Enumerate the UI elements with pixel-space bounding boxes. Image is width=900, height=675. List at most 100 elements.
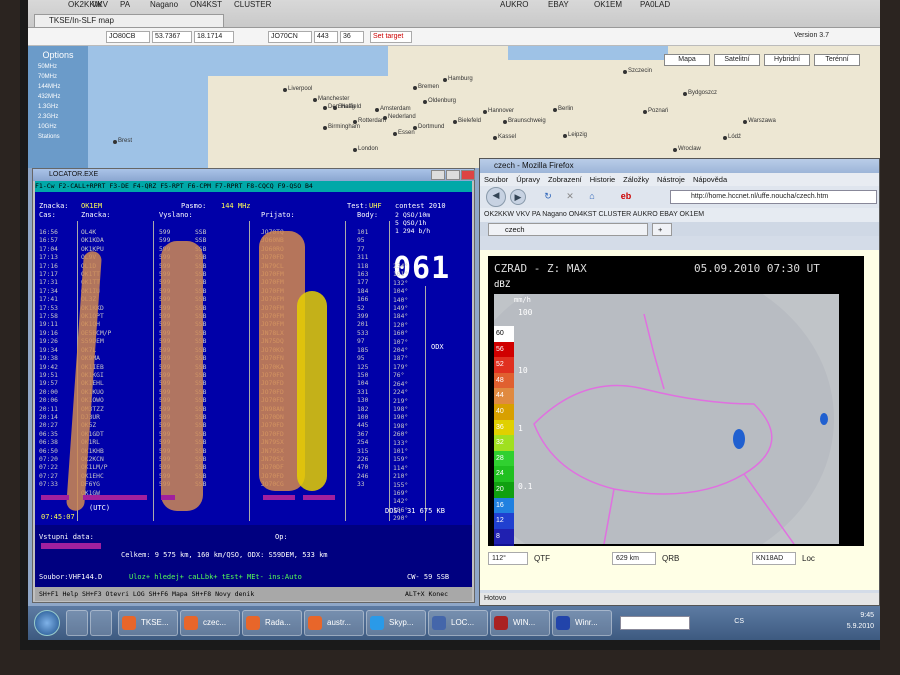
menu-item[interactable]: Nástroje xyxy=(657,175,685,184)
band-option[interactable]: 144MHz xyxy=(28,84,88,90)
band-option[interactable]: 1.3GHz xyxy=(28,104,88,110)
band-option[interactable]: Stations xyxy=(28,134,88,140)
taskbar-button[interactable]: LOC... xyxy=(428,610,488,636)
czech-tab[interactable]: czech xyxy=(488,223,648,236)
taskbar-button[interactable]: Rada... xyxy=(242,610,302,636)
map-canvas[interactable]: Liverpool Manchester Sheffield Birmingham Lo… xyxy=(88,46,880,168)
map-type-button[interactable]: Mapa xyxy=(664,54,710,66)
top-bookmark[interactable]: OK1EM xyxy=(594,0,622,9)
band-value: 144 MHz xyxy=(221,202,251,210)
log-cell: 133° xyxy=(393,439,409,447)
menu-item[interactable]: Historie xyxy=(590,175,615,184)
address-bar[interactable]: http://home.hccnet.nl/uffe.noucha/czech.… xyxy=(670,190,877,204)
windows-start-icon[interactable] xyxy=(34,610,60,636)
stop-icon[interactable]: ✕ xyxy=(562,189,578,205)
top-bookmark[interactable]: Nagano xyxy=(150,0,178,9)
log-cell: 06:50 xyxy=(39,447,58,455)
log-cell: 533 xyxy=(357,329,369,337)
taskbar-button[interactable]: TKSE... xyxy=(118,610,178,636)
maximize-button[interactable] xyxy=(446,170,460,180)
top-bookmark[interactable]: AUKRO xyxy=(500,0,528,9)
dbz-swatch: 60 xyxy=(494,326,514,342)
new-tab-button[interactable]: + xyxy=(652,223,672,236)
language-indicator[interactable]: CS xyxy=(734,616,744,627)
my-locator-field[interactable]: JO80CB xyxy=(106,31,150,43)
media-player-icon[interactable] xyxy=(90,610,112,636)
log-cell: 184° xyxy=(393,313,409,321)
taskbar-button[interactable]: Skyp... xyxy=(366,610,426,636)
taskbar-button-label: TKSE... xyxy=(141,618,169,627)
azimuth-field[interactable]: 36 xyxy=(340,31,364,43)
band-option[interactable]: 70MHz xyxy=(28,74,88,80)
top-bookmark[interactable]: PA0LAD xyxy=(640,0,670,9)
log-cell: 17:17 xyxy=(39,271,58,279)
menu-item[interactable]: Nápověda xyxy=(693,175,727,184)
input-data-label: Vstupni data: xyxy=(39,533,94,541)
clock-date[interactable]: 5.9.2010 xyxy=(847,621,874,632)
latitude-field[interactable]: 53.7367 xyxy=(152,31,192,43)
top-bookmark[interactable]: EBAY xyxy=(548,0,569,9)
distance-field[interactable]: 443 xyxy=(314,31,338,43)
qtf-value[interactable]: 112° xyxy=(488,552,528,565)
target-locator-field[interactable]: JO70CN xyxy=(268,31,312,43)
minimize-button[interactable] xyxy=(431,170,445,180)
log-cell: 17:41 xyxy=(39,296,58,304)
ebay-search-icon[interactable]: eb xyxy=(606,189,646,205)
band-option[interactable]: 2.3GHz xyxy=(28,114,88,120)
input-field[interactable] xyxy=(41,543,101,549)
map-browser-tab[interactable]: TKSE/In-SLF map xyxy=(34,14,224,28)
log-cell: 06:35 xyxy=(39,430,58,438)
rcvd-bar xyxy=(263,495,295,500)
home-icon[interactable]: ⌂ xyxy=(584,189,600,205)
taskbar-search-box[interactable] xyxy=(620,616,690,630)
qrb-label: QRB xyxy=(662,554,680,563)
dos-console[interactable]: F1-Cw F2-CALL+RPRT F3-DE F4-QRZ F5-RPT F… xyxy=(35,181,472,601)
city-marker-icon xyxy=(683,92,687,96)
forward-arrow-icon[interactable]: ▶ xyxy=(510,189,526,205)
city-label: Rotterdam xyxy=(358,118,387,124)
radar-timestamp: 05.09.2010 07:30 UT xyxy=(694,262,820,275)
menu-item[interactable]: Záložky xyxy=(623,175,649,184)
contest-year: contest 2010 xyxy=(395,202,446,210)
map-type-button[interactable]: Satelitní xyxy=(714,54,760,66)
band-option[interactable]: 432MHz xyxy=(28,94,88,100)
top-bookmark[interactable]: ON4KST xyxy=(190,0,222,9)
band-option[interactable]: 50MHz xyxy=(28,64,88,70)
reload-icon[interactable]: ↻ xyxy=(540,189,556,205)
taskbar-button[interactable]: czec... xyxy=(180,610,240,636)
city-label: Birmingham xyxy=(328,124,361,130)
back-arrow-icon[interactable]: ◀ xyxy=(486,187,506,207)
band-option[interactable]: 10GHz xyxy=(28,124,88,130)
loc-value[interactable]: KN18AD xyxy=(752,552,796,565)
time-bar xyxy=(41,495,69,500)
explorer-icon[interactable] xyxy=(66,610,88,636)
city-marker-icon xyxy=(323,106,327,110)
map-type-button[interactable]: Terénní xyxy=(814,54,860,66)
taskbar-button[interactable]: austr... xyxy=(304,610,364,636)
menu-item[interactable]: Soubor xyxy=(484,175,508,184)
menu-item[interactable]: Úpravy xyxy=(516,175,540,184)
log-cell: 219° xyxy=(393,397,409,405)
taskbar-button[interactable]: Winr... xyxy=(552,610,612,636)
top-bookmark[interactable]: CLUSTER xyxy=(234,0,271,9)
version-label: Version 3.7 xyxy=(794,32,830,39)
taskbar-button[interactable]: WIN... xyxy=(490,610,550,636)
longitude-field[interactable]: 18.1714 xyxy=(194,31,234,43)
taskbar-button-label: austr... xyxy=(327,618,352,627)
close-button[interactable] xyxy=(461,170,475,180)
city-label: Szczecin xyxy=(628,68,653,74)
qrb-value[interactable]: 629 km xyxy=(612,552,656,565)
menu-item[interactable]: Zobrazení xyxy=(548,175,582,184)
city-marker-icon xyxy=(423,100,427,104)
app-icon xyxy=(308,616,322,630)
top-bookmark[interactable]: PA xyxy=(120,0,130,9)
log-cell: 264° xyxy=(393,380,409,388)
firefox-menubar: Soubor Úpravy Zobrazení Historie Záložky Nást… xyxy=(480,173,879,186)
set-target-button[interactable]: Set target xyxy=(370,31,412,43)
dbz-swatch: 4 xyxy=(494,544,514,546)
dbz-swatch: 48 xyxy=(494,372,514,389)
top-bookmark[interactable]: VKV xyxy=(92,0,108,9)
clock-time[interactable]: 9:45 xyxy=(847,610,874,621)
map-type-button[interactable]: Hybridní xyxy=(764,54,810,66)
log-cell: 07:22 xyxy=(39,464,58,472)
